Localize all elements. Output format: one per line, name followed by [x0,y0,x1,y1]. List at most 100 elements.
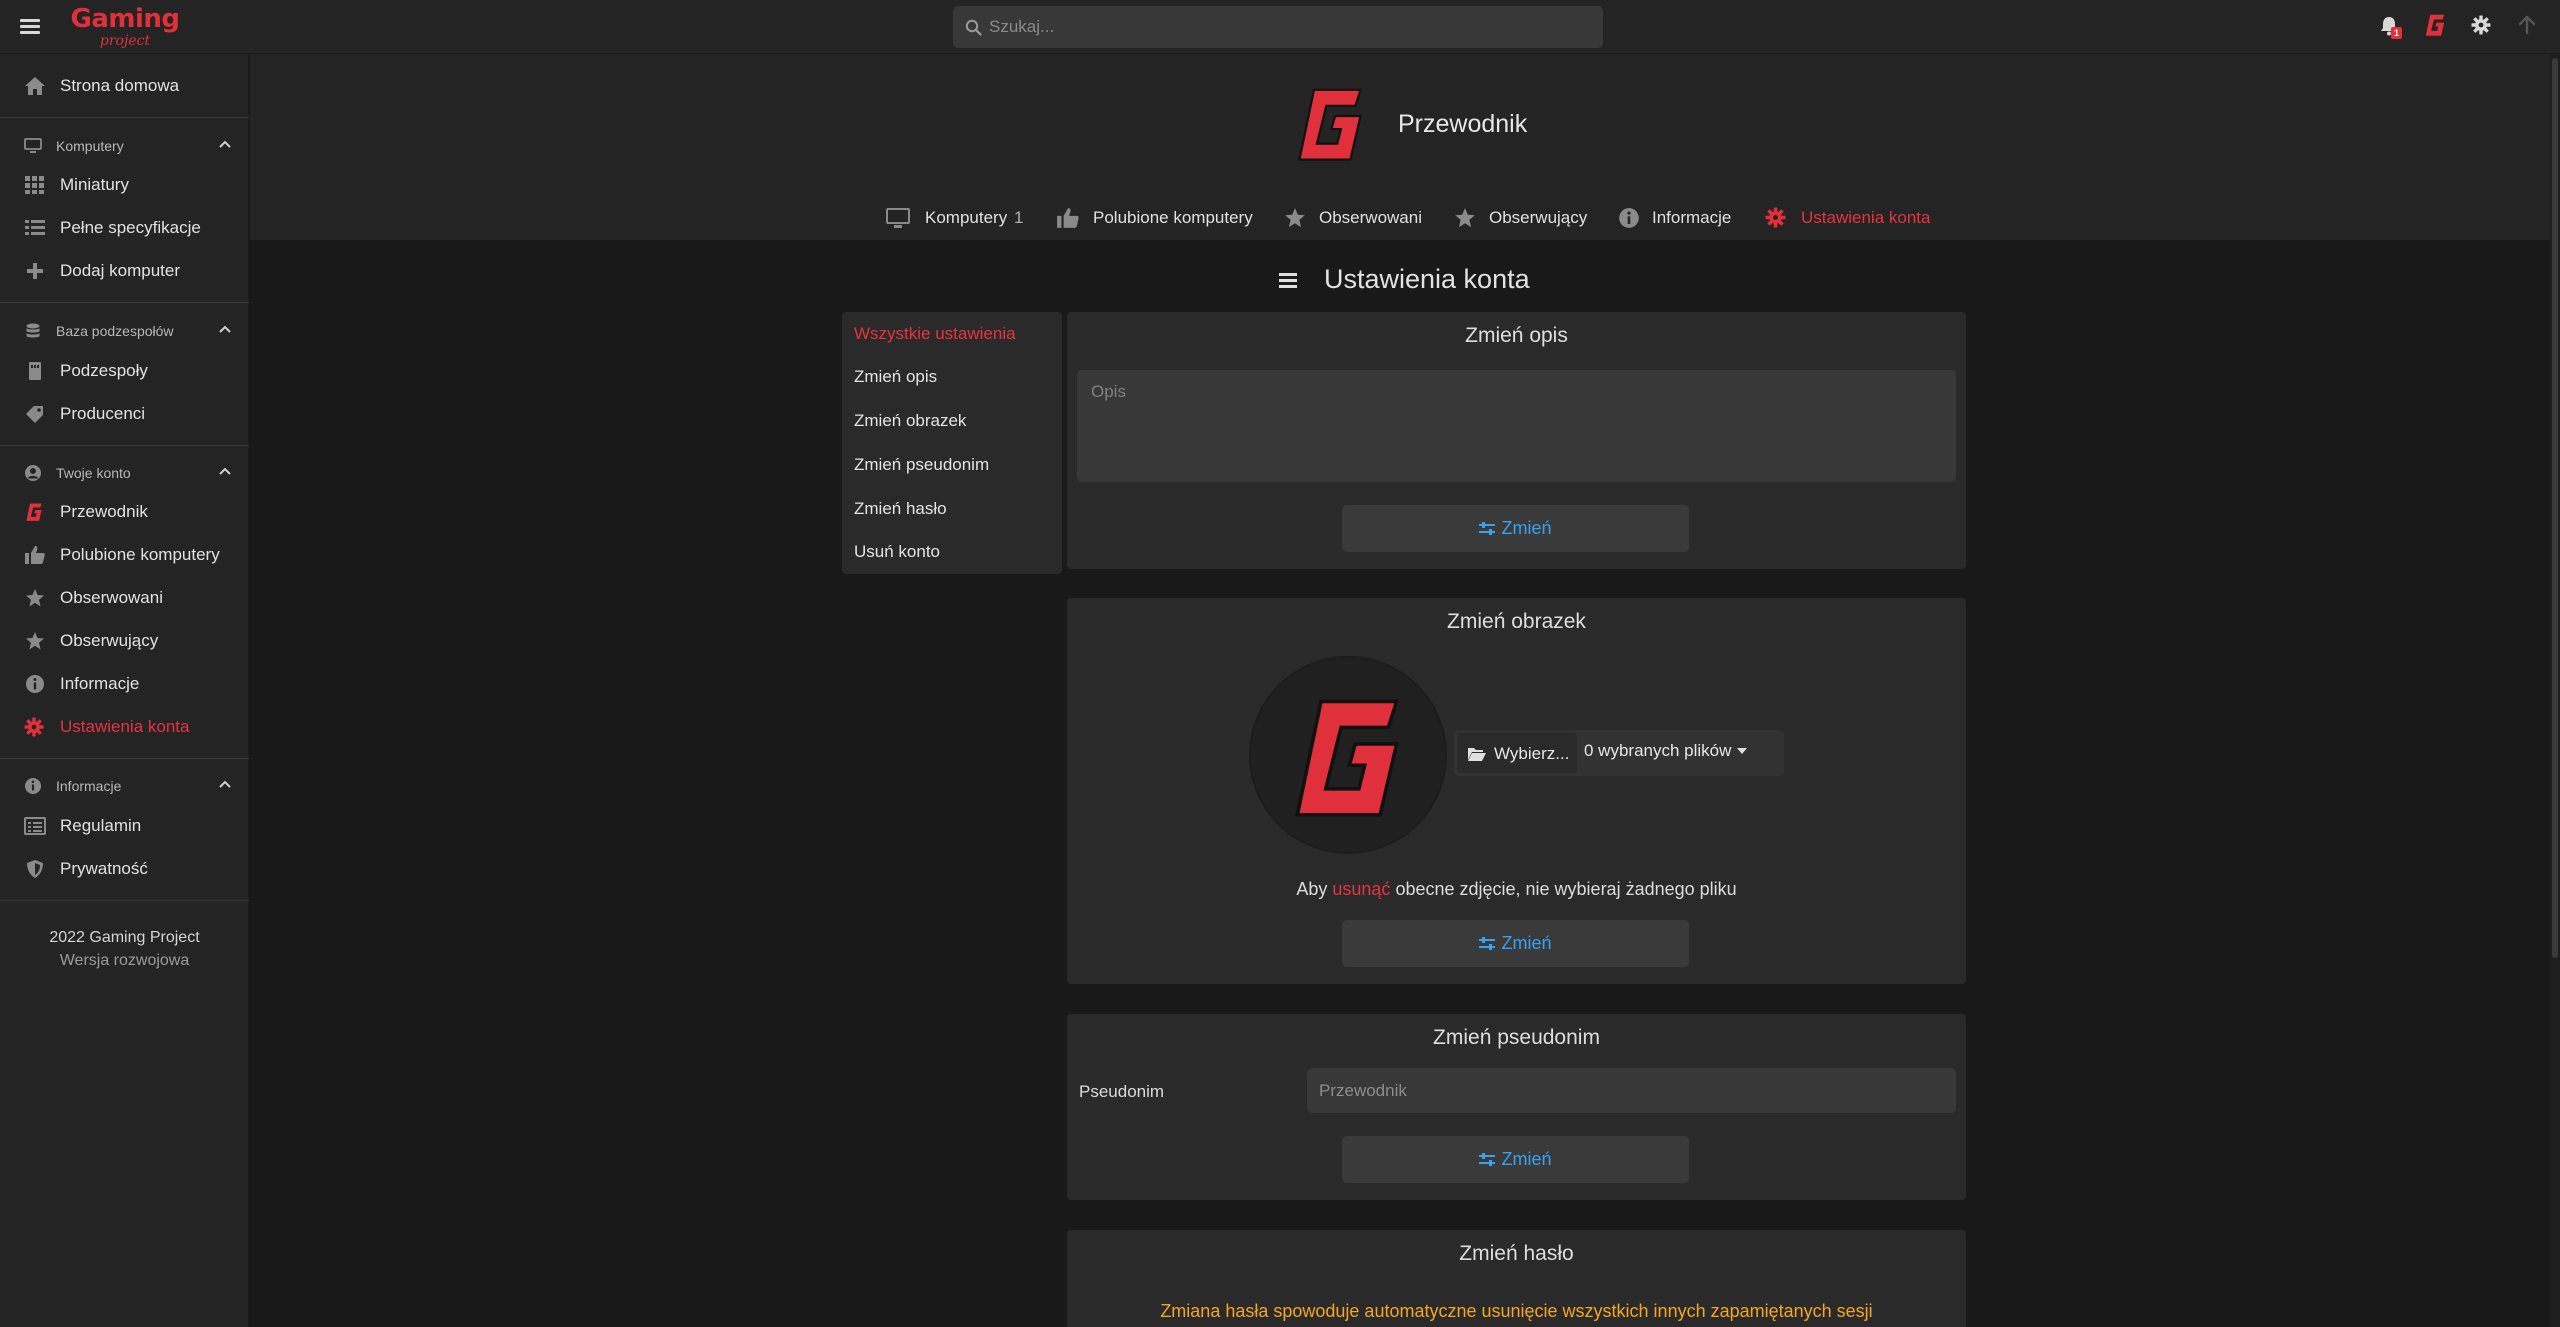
brand-name: Gaming [70,4,180,34]
version-text: Wersja rozwojowa [59,952,190,969]
brand-logo[interactable]: Gaming project [70,4,180,49]
sidebar-divider [0,117,249,118]
notification-badge: 1 [2391,27,2402,39]
sidebar-item-full-specs[interactable]: Pełne specyfikacje [0,207,249,249]
sidebar-item-privacy[interactable]: Prywatność [0,848,249,890]
scrollbar-thumb[interactable] [2552,58,2558,958]
sidebar-section-account[interactable]: Twoje konto [0,457,249,489]
plus-icon [27,263,43,279]
settings-button[interactable] [2471,15,2497,41]
home-icon [25,77,45,95]
caret-down-icon [1737,748,1748,754]
search-box[interactable] [953,6,1603,48]
description-textarea[interactable] [1077,370,1956,482]
settings-nav-delete-account[interactable]: Usuń konto [854,542,940,562]
gear-icon [1765,207,1786,228]
sidebar-item-followed[interactable]: Obserwowani [0,577,249,619]
info-icon [26,675,44,693]
profile-logo-icon [26,503,42,521]
sidebar-item-account-settings[interactable]: Ustawienia konta [0,706,249,748]
settings-nav-password[interactable]: Zmień hasło [854,499,947,519]
star-icon [26,632,44,650]
shield-icon [27,860,43,878]
scroll-top-button[interactable] [2518,15,2544,41]
star-icon [1455,208,1475,228]
sidebar-footer: 2022 Gaming Project Wersja rozwojowa [0,926,249,972]
chevron-up-icon [219,780,231,788]
avatar-logo [1295,699,1400,817]
sidebar-section-computers[interactable]: Komputery [0,130,249,162]
tab-computers[interactable]: Komputery 1 [886,204,1026,234]
choose-file-label: Wybierz... [1494,744,1570,763]
monitor-icon [886,208,910,228]
thumbs-up-icon [1057,208,1079,228]
copyright-text: 2022 Gaming Project [49,929,200,946]
nickname-card-title: Zmień pseudonim [1433,1026,1600,1049]
tab-account-settings[interactable]: Ustawienia konta [1765,204,1935,234]
settings-nav: Wszystkie ustawienia Zmień opis Zmień ob… [842,312,1062,574]
sidebar-item-liked-computers[interactable]: Polubione komputery [0,534,249,576]
sidebar-section-parts[interactable]: Baza podzespołów [0,315,249,347]
settings-nav-picture[interactable]: Zmień obrazek [854,411,966,431]
grid-icon [25,176,44,194]
button-label: Zmień [1501,518,1552,538]
search-input[interactable] [989,6,1589,48]
picture-change-button[interactable]: Zmień [1342,920,1689,967]
tab-liked-computers[interactable]: Polubione komputery [1056,204,1256,234]
description-change-button[interactable]: Zmień [1342,505,1689,552]
tag-icon [26,406,43,423]
sidebar-item-parts[interactable]: Podzespoły [0,350,249,392]
notifications-button[interactable]: 1 [2378,15,2404,41]
folder-open-icon [1468,748,1486,761]
sidebar-item-terms[interactable]: Regulamin [0,805,249,847]
file-picker: Wybierz... 0 wybranych plików [1454,730,1784,776]
sidebar-section-info[interactable]: Informacje [0,770,249,802]
settings-nav-nickname[interactable]: Zmień pseudonim [854,455,989,475]
sliders-icon [1479,1153,1496,1166]
avatar [1249,656,1447,854]
tab-followed[interactable]: Obserwowani [1283,204,1423,234]
sidebar-item-add-computer[interactable]: Dodaj komputer [0,250,249,292]
tab-followers[interactable]: Obserwujący [1453,204,1593,234]
menu-icon[interactable] [20,16,40,38]
gear-icon [2471,15,2491,35]
description-card-title: Zmień opis [1465,324,1568,347]
password-card-title: Zmień hasło [1459,1242,1574,1265]
settings-nav-all[interactable]: Wszystkie ustawienia [854,324,1016,344]
database-icon [26,323,40,338]
nickname-label: Pseudonim [1079,1082,1165,1101]
tab-information[interactable]: Informacje [1617,204,1737,234]
memory-icon [29,362,41,380]
sidebar-divider [0,302,249,303]
star-icon [1285,208,1305,228]
arrow-up-icon [2518,15,2536,35]
profile-button[interactable] [2424,13,2450,39]
settings-nav-description[interactable]: Zmień opis [854,367,937,387]
thumbs-up-icon [25,546,45,564]
profile-logo-icon [2425,14,2445,36]
sidebar-item-profile[interactable]: Przewodnik [0,491,249,533]
password-card: Zmień hasło Zmiana hasła spowoduje autom… [1067,1230,1966,1327]
sidebar-item-followers[interactable]: Obserwujący [0,620,249,662]
description-card: Zmień opis Zmień [1067,312,1966,569]
choose-file-button[interactable]: Wybierz... [1457,733,1577,773]
brand-tagline: project [99,33,151,49]
list-icon [25,220,45,235]
info-icon [25,778,41,794]
sidebar-item-home[interactable]: Strona domowa [0,65,249,107]
files-selected-dropdown[interactable]: 0 wybranych plików [1584,741,1748,761]
remove-picture-note: Aby usunąć obecne zdjęcie, nie wybieraj … [1296,879,1737,899]
sidebar-item-information[interactable]: Informacje [0,663,249,705]
chevron-up-icon [219,467,231,475]
nickname-input[interactable] [1307,1068,1956,1113]
sidebar-item-manufacturers[interactable]: Producenci [0,393,249,435]
sidebar-item-thumbnails[interactable]: Miniatury [0,164,249,206]
document-icon [24,817,46,835]
picture-card-title: Zmień obrazek [1447,610,1586,633]
settings-menu-icon[interactable] [1279,273,1297,289]
star-icon [26,589,44,607]
nickname-change-button[interactable]: Zmień [1342,1136,1689,1183]
sidebar-divider [0,445,249,446]
sidebar: Strona domowa Komputery Miniatury Pełne … [0,54,249,1327]
profile-name: Przewodnik [1398,110,1528,138]
